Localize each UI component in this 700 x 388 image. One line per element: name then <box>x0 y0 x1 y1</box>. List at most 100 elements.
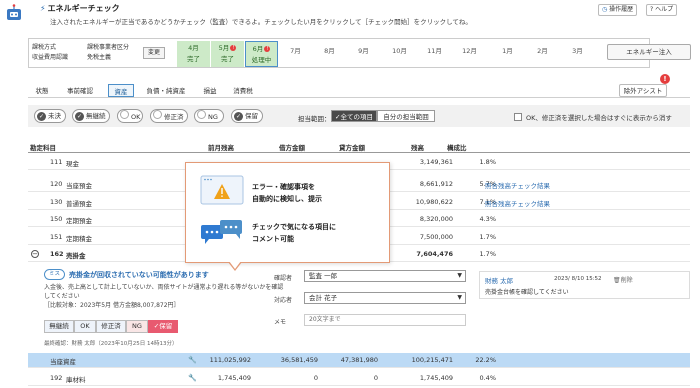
header-divider <box>28 152 690 153</box>
account-name: 定期積金 <box>66 235 92 243</box>
credit: 47,381,980 <box>340 356 378 364</box>
debit: 36,581,459 <box>280 356 318 364</box>
balance-check-link[interactable]: 照合残高チェック結果 <box>485 180 550 190</box>
status-bar: 課税方式 収益費用認識 課税事業者区分 免税主義 変更 4月 完了 5月! 完了… <box>28 38 650 68</box>
ratio: 0.4% <box>479 374 496 382</box>
tab-liabilities[interactable]: 負債・純資産 <box>142 84 190 98</box>
prev-balance: 111,025,992 <box>209 356 251 364</box>
ok-hide-checkbox[interactable] <box>514 113 522 121</box>
month-6[interactable]: 6月! 処理中 <box>245 41 278 67</box>
callout-comment-text: チェックで気になる項目に コメント可能 <box>252 223 336 243</box>
col-prev-balance: 前月残高 <box>208 144 234 152</box>
month-3[interactable]: 3月 <box>561 41 594 67</box>
ok-hide-option[interactable]: OK、修正済を選択した場合はすぐに表示から消す <box>514 112 672 122</box>
assignee-select[interactable]: 会計 花子 ▼ <box>304 292 466 304</box>
account-name: 当座預金 <box>66 182 92 190</box>
account-name: 売掛金 <box>66 252 86 260</box>
tax-method-label: 課税方式 <box>32 44 57 51</box>
eval-ok-button[interactable]: OK <box>74 320 96 333</box>
page-description: 注入されたエネルギーが正当であるかどうかチェック（監査）できるよ。チェックしたい… <box>50 18 472 26</box>
tab-pl[interactable]: 損益 <box>198 84 222 98</box>
confirmer-label: 確認者 <box>274 275 293 282</box>
ratio: 1.8% <box>479 158 496 166</box>
debit: 0 <box>313 374 318 382</box>
eval-hold-button[interactable]: ✓保留 <box>148 320 178 333</box>
page-title-text: エネルギーチェック <box>47 4 120 13</box>
assist-alert-badge: ! <box>660 74 670 84</box>
account-name: 普通預金 <box>66 200 92 208</box>
tab-consumption-tax[interactable]: 消費税 <box>228 84 258 98</box>
eval-ng-button[interactable]: NG <box>126 320 148 333</box>
eval-no-continue-button[interactable]: 無継続 <box>44 320 74 333</box>
check-icon: ✓ <box>37 112 46 121</box>
comment-author: 財務 太郎 <box>485 277 514 285</box>
month-status: 完了 <box>221 55 234 63</box>
filter-chip-no-continue[interactable]: ✓ 無継続 <box>72 109 110 123</box>
tax-method-info: 課税方式 収益費用認識 <box>32 43 68 63</box>
unchecked-icon <box>153 110 162 119</box>
balance: 3,149,361 <box>419 158 453 166</box>
month-4[interactable]: 4月 完了 <box>177 41 210 67</box>
alert-badge: ! <box>230 45 237 51</box>
account-code: 150 <box>50 215 63 223</box>
account-code: 111 <box>50 158 63 166</box>
eval-fixed-button[interactable]: 修正済 <box>96 320 126 333</box>
month-12[interactable]: 12月 <box>453 41 486 67</box>
assignee-value: 会計 花子 <box>309 294 338 302</box>
tax-method-value: 収益費用認識 <box>32 54 69 61</box>
comment-bubbles-icon <box>201 220 242 244</box>
minus-circle-icon: − <box>31 250 39 258</box>
tab-status[interactable]: 状態 <box>30 84 54 98</box>
filter-chip-ng[interactable]: NG <box>194 109 224 123</box>
filter-chip-pending[interactable]: ✓ 未決 <box>34 109 66 123</box>
chip-label: NG <box>208 113 218 121</box>
balance-check-link[interactable]: 照合残高チェック結果 <box>485 198 550 208</box>
help-icon: ? <box>650 6 654 13</box>
month-8[interactable]: 8月 <box>313 41 346 67</box>
tab-assets[interactable]: 資産 <box>108 84 134 98</box>
scope-label: 担当範囲： <box>298 115 331 123</box>
collapse-toggle[interactable]: − <box>31 250 43 258</box>
subtotal-row[interactable]: 当座資産 🔧 111,025,992 36,581,459 47,381,980… <box>28 353 690 368</box>
month-5[interactable]: 5月! 完了 <box>211 41 244 67</box>
check-icon: ✓ <box>75 112 84 121</box>
table-row[interactable]: 192 庫材料 🔧 1,745,409 0 0 1,745,409 0.4% <box>28 371 690 386</box>
memo-input[interactable]: 20文字まで <box>304 314 466 326</box>
month-7[interactable]: 7月 <box>279 41 312 67</box>
scope-mine-button[interactable]: 自分の担当範囲 <box>377 110 435 122</box>
filter-chip-hold[interactable]: ✓ 保留 <box>231 109 263 123</box>
callout-error-text: エラー・確認事項を 自動的に検知し、提示 <box>252 183 322 203</box>
page-title: ⚡ エネルギーチェック <box>40 3 120 14</box>
comment-delete-button[interactable]: 🗑削除 <box>613 275 633 284</box>
confirmer-value: 監査 一郎 <box>309 272 338 280</box>
filter-chip-fixed[interactable]: 修正済 <box>150 109 188 123</box>
month-10[interactable]: 10月 <box>383 41 416 67</box>
comment-date: 2023/ 8/10 15:52 <box>554 276 602 282</box>
account-name: 庫材料 <box>66 376 86 384</box>
history-button[interactable]: ◷ 操作履歴 <box>598 4 638 16</box>
last-confirm: 最終確認：財務 太郎（2023年10月25日 14時13分） <box>44 341 178 347</box>
month-11[interactable]: 11月 <box>418 41 451 67</box>
tab-precheck[interactable]: 事前確認 <box>62 84 98 98</box>
trash-icon: 🗑 <box>613 277 621 284</box>
month-9[interactable]: 9月 <box>347 41 380 67</box>
month-status: 処理中 <box>251 56 272 64</box>
change-button[interactable]: 変更 <box>143 47 165 59</box>
eval-hold-label: 保留 <box>159 322 173 330</box>
subtotal-name: 当座資産 <box>50 358 76 366</box>
filter-chip-ok[interactable]: OK <box>117 109 143 123</box>
col-ratio: 構成比 <box>447 144 467 152</box>
issue-tag: ミス <box>44 269 66 280</box>
help-button[interactable]: ? ヘルプ <box>646 4 678 16</box>
ratio: 4.3% <box>479 215 496 223</box>
balance: 8,320,000 <box>419 215 453 223</box>
prev-balance: 1,745,409 <box>217 374 251 382</box>
exclusion-assist-button[interactable]: 除外アシスト <box>619 84 667 97</box>
scope-all-button[interactable]: ✓全ての項目 <box>331 110 377 122</box>
issue-title: 売掛金が回収されていない可能性があります <box>69 271 209 279</box>
month-2[interactable]: 2月 <box>526 41 559 67</box>
energy-inject-button[interactable]: エネルギー注入 <box>607 44 691 60</box>
month-1[interactable]: 1月 <box>491 41 524 67</box>
confirmer-select[interactable]: 監査 一郎 ▼ <box>304 270 466 282</box>
month-name: 4月 <box>188 44 199 52</box>
